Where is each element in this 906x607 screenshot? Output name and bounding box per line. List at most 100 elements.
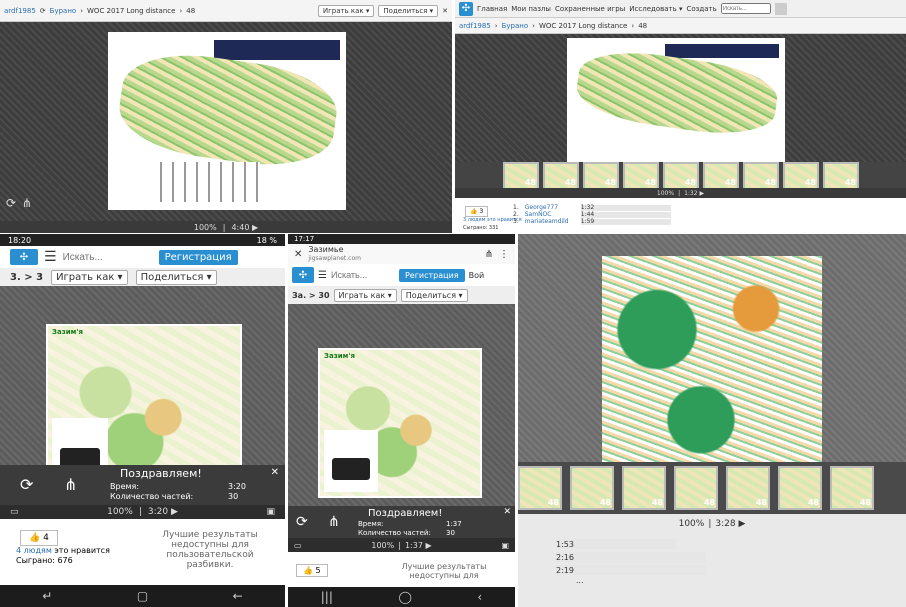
zoom-level[interactable]: 100%	[107, 507, 133, 517]
share-icon[interactable]: ⋔	[22, 196, 32, 210]
rotate-icon[interactable]: ⟳	[6, 196, 16, 210]
close-icon[interactable]: ✕	[442, 7, 448, 15]
piece-thumb[interactable]: 48	[830, 466, 874, 510]
piece-thumb[interactable]: 48	[518, 466, 562, 510]
congrats-dialog: Поздравляем! ✕ ⟳ ⋔ Время: 1:37 Количеств…	[288, 506, 515, 538]
nav-explore[interactable]: Исследовать ▾	[629, 5, 682, 13]
zoom-level[interactable]: 100%	[679, 519, 705, 529]
refresh-icon[interactable]: ⟳	[40, 7, 46, 15]
share-button[interactable]: Поделиться ▾	[400, 288, 468, 302]
zoom-level[interactable]: 100%	[371, 541, 394, 550]
site-logo-icon[interactable]: ✣	[10, 249, 38, 265]
back-icon[interactable]: ↵	[42, 589, 52, 603]
close-icon[interactable]: ✕	[503, 507, 511, 517]
parts-label: Количество частей:	[358, 529, 431, 537]
zoom-level[interactable]: 100%	[657, 190, 674, 197]
piece-thumb[interactable]: 48	[622, 466, 666, 510]
piece-thumb[interactable]: 48	[778, 466, 822, 510]
logo-badge-icon	[332, 458, 370, 480]
avatar[interactable]	[774, 2, 787, 15]
panel-desktop-2: ✣ Главная Мои пазлы Сохраненные игры Исс…	[455, 0, 906, 233]
play-as-button[interactable]: Играть как ▾	[333, 288, 397, 302]
close-icon[interactable]: ✕	[271, 467, 279, 478]
home-icon[interactable]: ◯	[398, 590, 411, 604]
timer[interactable]: 4:40 ▶	[231, 223, 258, 232]
close-icon[interactable]: ✕	[294, 249, 302, 260]
breadcrumb[interactable]: За. > 30	[292, 291, 330, 300]
user-link[interactable]: ardf1985	[4, 7, 36, 15]
timer[interactable]: 1:37 ▶	[405, 541, 432, 550]
piece-thumb[interactable]: 48	[663, 162, 699, 190]
like-button[interactable]: 👍 3	[465, 206, 489, 217]
play-as-button[interactable]: Играть как ▾	[51, 269, 128, 285]
recent-icon[interactable]: ←	[233, 589, 243, 603]
separator: ›	[631, 21, 635, 30]
like-button[interactable]: 👍 5	[296, 564, 328, 577]
menu-icon[interactable]: ☰	[318, 270, 327, 281]
search-input[interactable]	[330, 270, 395, 280]
search-input[interactable]	[62, 251, 153, 263]
thumbnail-strip: 48 48 48 48 48 48 48 48 48	[455, 162, 906, 190]
piece-thumb[interactable]: 48	[726, 466, 770, 510]
nav-my-puzzles[interactable]: Мои пазлы	[511, 5, 551, 13]
like-button[interactable]: 👍 4	[20, 530, 58, 546]
timer[interactable]: 1:32 ▶	[684, 190, 704, 197]
menu-icon[interactable]: ☰	[44, 249, 57, 265]
category-link[interactable]: Бурано	[502, 22, 529, 30]
image-icon[interactable]: ▭	[10, 507, 19, 517]
site-logo-icon[interactable]: ✣	[292, 267, 314, 283]
fullscreen-icon[interactable]: ▣	[501, 541, 509, 550]
leaderboard-row: 2. SamNOC 1:44	[513, 211, 671, 218]
site-logo-icon[interactable]: ✣	[459, 1, 473, 16]
login-link[interactable]: Вой	[469, 271, 485, 280]
piece-thumb[interactable]: 48	[674, 466, 718, 510]
share-button[interactable]: Поделиться ▾	[378, 4, 439, 17]
site-header: ✣ Главная Мои пазлы Сохраненные игры Исс…	[455, 0, 906, 18]
separator: ›	[179, 6, 183, 15]
piece-thumb[interactable]: 48	[543, 162, 579, 190]
nav-create[interactable]: Создать	[686, 5, 716, 13]
puzzle-toolbar: 3. > 3 Играть как ▾ Поделиться ▾	[0, 268, 285, 286]
timer[interactable]: 3:20 ▶	[148, 507, 178, 517]
refresh-icon[interactable]: ⟳	[20, 475, 33, 494]
timer[interactable]: 3:28 ▶	[715, 519, 745, 529]
search-input[interactable]	[720, 3, 771, 14]
user-link[interactable]: ardf1985	[459, 22, 491, 30]
status-bar: 100% | 1:32 ▶	[455, 188, 906, 198]
fullscreen-icon[interactable]: ▣	[266, 507, 275, 517]
nav-saved-games[interactable]: Сохраненные игры	[555, 5, 625, 13]
piece-thumb[interactable]: 48	[623, 162, 659, 190]
refresh-icon[interactable]: ⟳	[296, 514, 308, 530]
more-icon[interactable]: ⋮	[499, 249, 509, 260]
piece-thumb[interactable]: 48	[570, 466, 614, 510]
piece-thumb[interactable]: 48	[503, 162, 539, 190]
puzzle-toolbar: За. > 30 Играть как ▾ Поделиться ▾	[288, 286, 515, 304]
status-bar-phone: 18:20 18 %	[0, 234, 285, 246]
piece-thumb[interactable]: 48	[743, 162, 779, 190]
home-icon[interactable]: ▢	[137, 589, 148, 603]
image-icon[interactable]: ▭	[294, 541, 302, 550]
share-icon[interactable]: ⋔	[328, 514, 340, 530]
breadcrumb[interactable]: 3. > 3	[10, 272, 43, 283]
leaderboard-more: ...	[576, 576, 584, 585]
play-as-button[interactable]: Играть как ▾	[317, 4, 375, 17]
piece-thumb[interactable]: 48	[703, 162, 739, 190]
panel-mobile-1: 18:20 18 % ✣ ☰ Регистрация 3. > 3 Играть…	[0, 234, 285, 607]
piece-thumb[interactable]: 48	[823, 162, 859, 190]
category-link[interactable]: Бурано	[50, 7, 77, 15]
puzzle-image: Зазим'я	[318, 348, 482, 498]
piece-thumb[interactable]: 48	[583, 162, 619, 190]
share-button[interactable]: Поделиться ▾	[135, 269, 217, 285]
recent-icon[interactable]: |||	[321, 590, 333, 604]
back-icon[interactable]: ‹	[477, 590, 482, 604]
piece-thumb[interactable]: 48	[783, 162, 819, 190]
share-icon[interactable]: ⋔	[485, 249, 493, 260]
site-title: Зазимье	[308, 245, 344, 254]
nav-home[interactable]: Главная	[477, 5, 507, 13]
register-button[interactable]: Регистрация	[398, 268, 465, 282]
register-button[interactable]: Регистрация	[158, 249, 238, 265]
best-results-note: Лучшие результаты недоступны для пользов…	[162, 530, 258, 570]
puzzle-board: 48 48 48 48 48 48 48 48 48	[455, 34, 906, 198]
zoom-level[interactable]: 100%	[194, 223, 217, 232]
share-icon[interactable]: ⋔	[64, 475, 77, 494]
